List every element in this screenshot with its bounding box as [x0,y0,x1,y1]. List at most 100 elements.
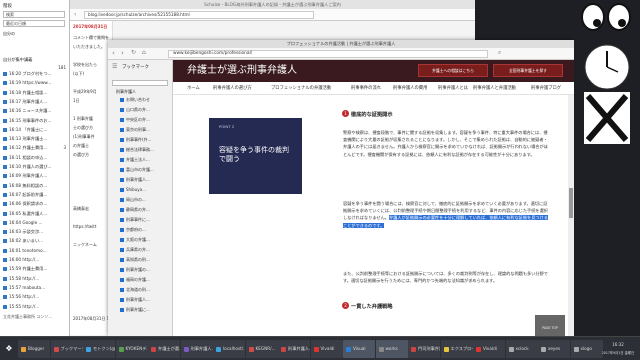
feed-item[interactable]: 15:57 mabouta... [3,285,67,291]
search-icon[interactable]: ⌕ [498,49,501,57]
taskbar-item[interactable]: エクスプロー [440,340,473,358]
feed-item[interactable]: 16:01 tonotomo... [3,248,67,254]
checkbox-icon[interactable] [3,118,7,123]
checkbox-icon[interactable] [3,72,7,76]
feed-item[interactable]: 16:20 ブログ村をつ... [3,71,67,77]
feed-item[interactable]: 15:58 http://... [3,276,67,282]
taskbar-item[interactable]: 弁護士が選... [148,340,180,358]
bookmark-item[interactable]: 総合法律事務... [126,147,172,153]
feed-search-input[interactable]: 検索 [3,11,65,18]
taskbar-item[interactable]: xeyes [538,340,570,358]
checkbox-icon[interactable] [3,304,7,309]
checkbox-icon[interactable] [3,137,7,142]
sidebar-section[interactable]: 刑事弁護人 [116,89,136,95]
bookmark-item[interactable]: 東京の刑事... [126,127,172,133]
nav-how-to-choose[interactable]: 刑事弁護人の選び方 [213,82,252,95]
checkbox-icon[interactable] [3,165,7,169]
start-menu-icon[interactable]: ❖ [2,341,16,357]
checkbox-icon[interactable] [3,276,7,281]
nav-home[interactable]: ホーム [187,82,200,95]
feed-item[interactable]: 16:18 弁護士相談... [3,90,67,96]
bookmark-item[interactable]: 大阪の弁護... [126,237,172,243]
bookmark-item[interactable]: Shibuya... [126,187,172,193]
bookmark-item[interactable]: お問い合わせ [126,97,172,103]
bookmark-item[interactable]: 北海道の刑... [126,287,172,293]
taskbar-item[interactable]: モトクン(@m... [83,340,115,358]
checkbox-icon[interactable] [3,183,7,188]
find-lawyer-button[interactable]: 全国刑事弁護士を探す [493,64,563,77]
taskbar-item[interactable]: 門司刑事弁護 [408,340,440,358]
feed-item[interactable]: 16:19 https://www... [3,80,67,86]
bookmark-item[interactable]: 刑事弁護人... [126,177,172,183]
bookmark-item[interactable]: 兵庫県の弁... [126,247,172,253]
bookmark-item[interactable]: 刑事事件に... [126,217,172,223]
bookmark-item[interactable]: 岡山市の... [126,197,172,203]
nav-flow[interactable]: 刑事事件の流れ [351,82,381,95]
forward-button-icon[interactable]: › [121,49,124,57]
feed-item[interactable]: 16:16 ニュース弁護... [3,108,67,114]
feed-item[interactable]: 16:11 相談の申込... [3,155,67,161]
taskbar-item[interactable]: localhost/... [213,340,245,358]
taskbar-item[interactable]: KYOKENデ... [115,340,148,358]
panel-toggle-icon[interactable]: ☰ [112,63,117,70]
taskbar-item[interactable]: Vivaldi [310,340,343,358]
checkbox-icon[interactable] [3,295,7,300]
feed-item[interactable]: 16:04 Google ... [3,220,67,226]
bookmark-item[interactable]: 富山市の弁護... [126,167,172,173]
bookmark-item[interactable]: 静岡県の弁... [126,207,172,213]
feed-item[interactable]: 16:12 弁護士費用... [3,145,67,151]
nav-activities[interactable]: 刑事弁護人と弁護活動 [473,82,528,95]
feed-sort-select[interactable]: 最近の日順 [3,20,65,27]
checkbox-icon[interactable] [3,285,7,290]
checkbox-icon[interactable] [3,248,7,253]
bookmark-item[interactable]: 刑事弁護の... [126,267,172,273]
taskbar-item[interactable]: 刑事弁護人... [278,340,310,358]
checkbox-icon[interactable] [3,146,7,151]
feed-item[interactable]: 16:02 あいまい... [3,238,67,244]
feed-item[interactable]: 16:08 無料相談の... [3,183,67,189]
feed-item[interactable]: 15:59 弁護士費用... [3,266,67,272]
site-brand[interactable]: 弁護士が選ぶ刑事弁護人 [187,64,297,78]
bookmark-item[interactable]: 福岡の弁護... [126,277,172,283]
nav-about[interactable]: 刑事弁護人とは [438,82,468,95]
back-button-icon[interactable]: ‹ [112,49,115,57]
checkbox-icon[interactable] [3,155,7,160]
feed-item[interactable]: 16:09 刑事弁護人... [3,173,67,179]
bookmark-item[interactable]: 刑事事件(弁... [126,137,172,143]
feed-item[interactable]: 16:15 刑事事件のお... [3,118,67,124]
feed-item[interactable]: 16:03 示談交渉... [3,229,67,235]
back-arrow-icon[interactable]: ‹ [74,11,76,18]
checkbox-icon[interactable] [3,220,7,225]
bookmark-item[interactable]: 刑事弁護に... [126,307,172,313]
checkbox-icon[interactable] [3,90,7,95]
checkbox-icon[interactable] [3,267,7,272]
checkbox-icon[interactable] [3,258,7,262]
bookmark-item[interactable]: 中央区の弁... [126,117,172,123]
scrollbar-thumb[interactable] [569,188,573,218]
taskbar-item[interactable]: KEGNR/... [245,340,278,358]
feed-item[interactable]: 16:06 保釈請求の... [3,201,67,207]
checkbox-icon[interactable] [3,81,7,86]
feed-item[interactable]: 16:13 刑事弁護士... [3,136,67,142]
taskbar-item[interactable]: ブックマーク [50,340,83,358]
home-icon[interactable]: ⌂ [142,49,146,56]
checkbox-icon[interactable] [3,192,7,197]
feed-item[interactable]: 16:00 http://... [3,257,67,263]
bookmark-item[interactable]: 弁護士法人... [126,157,172,163]
taskbar-item[interactable]: Blogger [18,340,50,358]
nav-professional[interactable]: プロフェッショナルの弁護活動 [271,82,331,95]
taskbar-item[interactable]: works [375,340,408,358]
feed-item[interactable]: 16:07 起訴前弁護... [3,192,67,198]
consult-button[interactable]: 弁護士への相談はこちら [418,64,488,77]
checkbox-icon[interactable] [3,211,7,216]
checkbox-icon[interactable] [3,202,7,207]
feed-item[interactable]: 16:10 弁護人の選び... [3,164,67,170]
taskbar-clock[interactable]: 16:32 2017年9月1日 金曜日 [598,340,638,358]
checkbox-icon[interactable] [3,127,7,132]
feed-item[interactable]: 16:14 「弁護士に... [3,127,67,133]
checkbox-icon[interactable] [3,230,7,235]
bookmark-item[interactable]: 山口県の弁... [126,107,172,113]
checkbox-icon[interactable] [3,239,7,244]
feed-item[interactable]: 15:56 http://... [3,294,67,300]
checkbox-icon[interactable] [3,99,7,104]
